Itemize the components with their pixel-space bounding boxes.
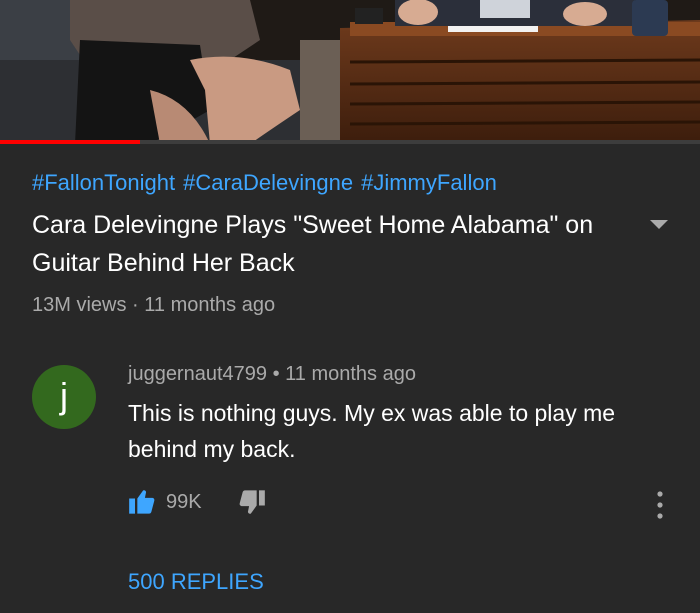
hashtag-link[interactable]: #FallonTonight (32, 170, 175, 195)
video-progress-fill (0, 140, 140, 144)
thumbs-down-icon[interactable] (238, 488, 266, 516)
hashtag-row: #FallonTonight #CaraDelevingne #JimmyFallo… (32, 170, 505, 196)
vertical-dots-icon[interactable] (655, 490, 665, 520)
avatar[interactable]: j (32, 365, 96, 429)
view-replies-button[interactable]: 500 REPLIES (128, 569, 264, 595)
video-title: Cara Delevingne Plays "Sweet Home Alabam… (32, 211, 594, 277)
thumbs-up-icon[interactable] (128, 488, 156, 516)
video-frame (0, 0, 700, 144)
like-count: 99K (166, 490, 202, 513)
comment-actions: 99K (128, 488, 266, 516)
hashtag-link[interactable]: #JimmyFallon (361, 170, 497, 195)
comment-author-line: juggernaut4799 • 11 months ago (128, 363, 416, 385)
hashtag-link[interactable]: #CaraDelevingne (183, 170, 353, 195)
video-progress-bar[interactable] (0, 140, 700, 144)
video-player[interactable] (0, 0, 700, 144)
expand-chevron-icon[interactable] (650, 220, 668, 229)
comment-text: This is nothing guys. My ex was able to … (128, 400, 616, 462)
video-meta: 13M views · 11 months ago (32, 294, 276, 316)
